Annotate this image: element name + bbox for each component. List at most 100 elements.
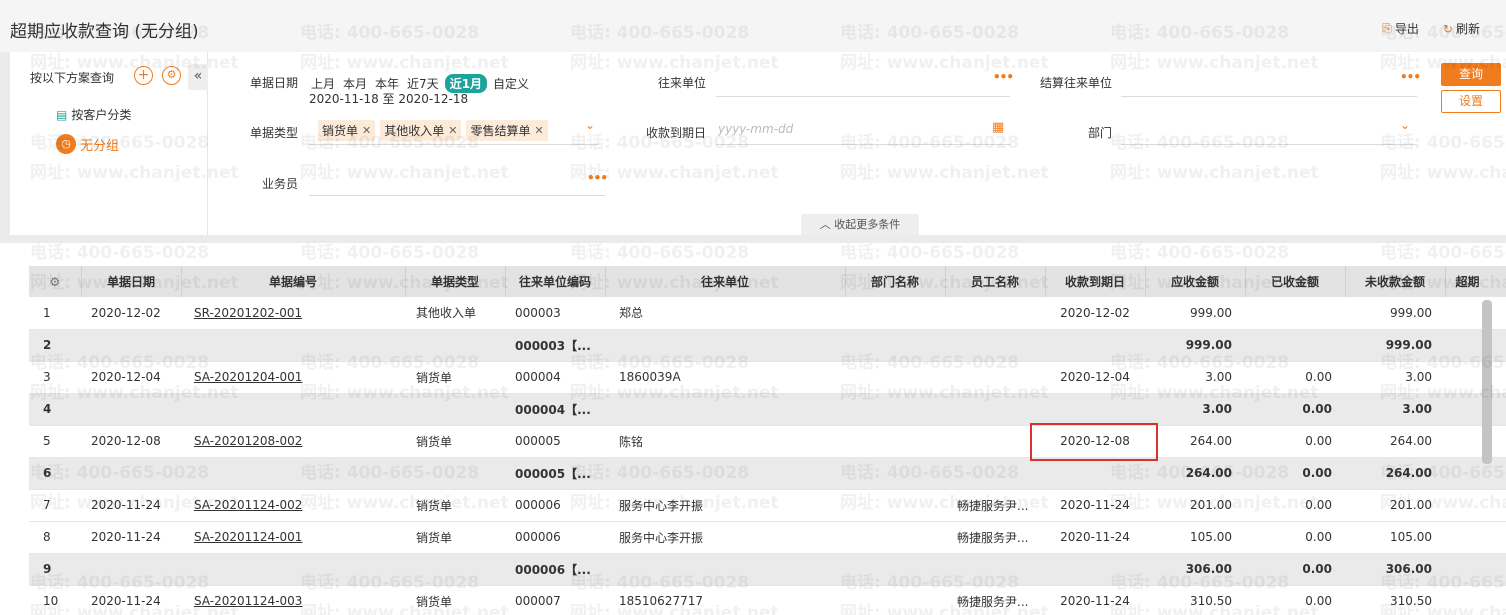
double-chevron-left-icon[interactable]: « [188, 64, 208, 90]
cell-type: 其他收入单 [405, 297, 505, 330]
cell-seq: 8 [29, 521, 81, 554]
table-row[interactable]: 1 2020-12-02 SR-20201202-001 其他收入单 000003 郑总 2… [29, 297, 1506, 330]
cell-no[interactable]: SA-20201124-002 [181, 489, 405, 522]
column-header[interactable]: 已收金额 [1245, 266, 1346, 297]
export-button[interactable]: ⎘ 导出 [1382, 20, 1419, 37]
more-dots-icon[interactable]: ••• [993, 70, 1014, 84]
cell-overdue [1445, 457, 1506, 490]
refresh-button[interactable]: ↻ 刷新 [1443, 20, 1480, 37]
doc-type-tag[interactable]: 销货单 ✕ [318, 120, 376, 141]
column-header[interactable]: 超期 [1445, 266, 1506, 297]
query-button[interactable]: 查询 [1441, 63, 1501, 86]
cell-seq: 7 [29, 489, 81, 522]
table-row[interactable]: 10 2020-11-24 SA-20201124-003 销货单 000007 1851… [29, 585, 1506, 615]
table-row[interactable]: 7 2020-11-24 SA-20201124-002 销货单 000006 服务中心李… [29, 489, 1506, 522]
cell-name [605, 553, 845, 586]
cell-no[interactable]: SA-20201204-001 [181, 361, 405, 394]
column-header[interactable]: 部门名称 [845, 266, 946, 297]
cell-date [81, 393, 181, 426]
column-header[interactable]: 单据日期 [81, 266, 182, 297]
refresh-icon: ↻ [1442, 21, 1453, 36]
cell-received: 0.00 [1245, 425, 1345, 458]
salesman-input[interactable] [309, 195, 605, 196]
column-header[interactable]: 收款到期日 [1045, 266, 1146, 297]
subtotal-row[interactable]: 4 000004【... 3.00 0.00 3.00 [29, 393, 1506, 426]
subtotal-row[interactable]: 2 000003【... 999.00 999.00 [29, 329, 1506, 362]
cell-date [81, 329, 181, 362]
cell-seq: 2 [29, 329, 81, 362]
gear-icon[interactable]: ⚙ [162, 66, 181, 85]
column-header[interactable]: 未收款金额 [1345, 266, 1446, 297]
cell-type [405, 457, 505, 490]
cell-dept [845, 297, 945, 330]
group-item-customer-class[interactable]: ▤ 按客户分类 [56, 106, 131, 123]
column-header[interactable]: 单据类型 [405, 266, 506, 297]
remove-tag-icon[interactable]: ✕ [448, 124, 457, 137]
column-header[interactable]: 往来单位编码 [505, 266, 606, 297]
settle-partner-input[interactable] [1121, 96, 1417, 97]
tag-label: 零售结算单 [470, 124, 531, 138]
cell-receivable: 310.50 [1145, 585, 1245, 615]
cell-seq: 3 [29, 361, 81, 394]
scheme-label: 按以下方案查询 [30, 71, 115, 85]
cell-due: 2020-11-24 [1045, 521, 1145, 554]
doc-type-select[interactable] [309, 144, 599, 145]
more-dots-icon[interactable]: ••• [1400, 70, 1421, 84]
table-row[interactable]: 3 2020-12-04 SA-20201204-001 销货单 000004 18600… [29, 361, 1506, 394]
cell-name: 服务中心李开振 [605, 489, 845, 522]
cell-no[interactable]: SA-20201124-003 [181, 585, 405, 615]
cell-due [1045, 553, 1145, 586]
cell-receivable: 999.00 [1145, 329, 1245, 362]
dept-select[interactable] [1121, 144, 1417, 145]
due-date-label: 收款到期日 [645, 126, 706, 140]
table-row[interactable]: 5 2020-12-08 SA-20201208-002 销货单 000005 陈铭 202… [29, 425, 1506, 458]
column-settings-gear-icon[interactable]: ⚙ [29, 266, 82, 297]
cell-due: 2020-11-24 [1045, 489, 1145, 522]
column-header[interactable]: 往来单位 [605, 266, 846, 297]
vertical-scrollbar[interactable] [1482, 300, 1492, 464]
filter-panel: 按以下方案查询 + ⚙ « ▤ 按客户分类 ◷ 无分组 单据日期 上月 本月 本… [10, 52, 1506, 235]
chevron-down-icon[interactable]: ⌄ [1400, 118, 1410, 132]
cell-name: 郑总 [605, 297, 845, 330]
top-actions: ⎘ 导出 ↻ 刷新 [1382, 20, 1480, 37]
cell-date: 2020-12-02 [81, 297, 181, 330]
remove-tag-icon[interactable]: ✕ [362, 124, 371, 137]
cell-dept [845, 329, 945, 362]
cell-code: 000006 [505, 489, 605, 522]
column-header[interactable]: 员工名称 [945, 266, 1046, 297]
subtotal-row[interactable]: 6 000005【... 264.00 0.00 264.00 [29, 457, 1506, 490]
cell-due: 2020-12-04 [1045, 361, 1145, 394]
chevron-down-icon[interactable]: ⌄ [585, 118, 595, 132]
group-label: 无分组 [80, 138, 120, 154]
partner-input[interactable] [716, 96, 1010, 97]
cell-unreceived: 264.00 [1345, 425, 1445, 458]
table-row[interactable]: 8 2020-11-24 SA-20201124-001 销货单 000006 服务中心李… [29, 521, 1506, 554]
column-header[interactable]: 单据编号 [181, 266, 406, 297]
more-dots-icon[interactable]: ••• [587, 171, 608, 185]
salesman-label: 业务员 [261, 177, 298, 191]
cell-seq: 9 [29, 553, 81, 586]
cell-code: 000005 [505, 425, 605, 458]
cell-due: 2020-12-08 [1045, 425, 1145, 458]
plus-icon[interactable]: + [134, 66, 153, 85]
calendar-icon[interactable]: ▦ [992, 120, 1004, 135]
remove-tag-icon[interactable]: ✕ [534, 124, 543, 137]
column-header[interactable]: 应收金额 [1145, 266, 1246, 297]
cell-no[interactable]: SA-20201124-001 [181, 521, 405, 554]
subtotal-row[interactable]: 9 000006【... 306.00 0.00 306.00 [29, 553, 1506, 586]
cell-name [605, 393, 845, 426]
cell-unreceived: 3.00 [1345, 393, 1445, 426]
cell-received: 0.00 [1245, 489, 1345, 522]
cell-receivable: 201.00 [1145, 489, 1245, 522]
range-custom[interactable]: 自定义 [491, 74, 531, 93]
cell-no [181, 393, 405, 426]
doc-type-tag[interactable]: 零售结算单 ✕ [466, 120, 548, 141]
cell-no[interactable]: SR-20201202-001 [181, 297, 405, 330]
due-date-input[interactable]: yyyy-mm-dd [718, 122, 793, 136]
group-item-no-group[interactable]: ◷ 无分组 [56, 134, 119, 154]
dept-label: 部门 [1087, 126, 1112, 140]
settings-button[interactable]: 设置 [1441, 90, 1501, 113]
collapse-more-conditions[interactable]: ︿ 收起更多条件 [801, 214, 919, 235]
cell-no[interactable]: SA-20201208-002 [181, 425, 405, 458]
doc-type-tag[interactable]: 其他收入单 ✕ [380, 120, 462, 141]
